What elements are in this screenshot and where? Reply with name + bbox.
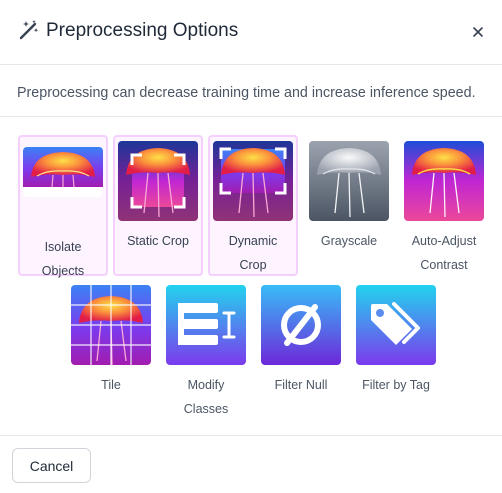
option-filter-null[interactable]: Filter Null [256, 281, 346, 416]
tile-icon [71, 285, 151, 365]
grayscale-icon [309, 141, 389, 221]
cancel-button[interactable]: Cancel [12, 448, 91, 483]
option-label: Static Crop [127, 234, 189, 248]
divider [0, 435, 502, 436]
dialog-title: Preprocessing Options [46, 20, 239, 41]
dynamic-crop-icon [213, 141, 293, 221]
option-filter-by-tag[interactable]: Filter by Tag [351, 281, 441, 416]
option-label: Auto-Adjust Contrast [411, 234, 477, 272]
modify-classes-icon [166, 285, 246, 365]
option-label: Grayscale [320, 234, 378, 248]
close-button[interactable] [469, 23, 487, 41]
option-static-crop[interactable]: Static Crop [113, 135, 203, 276]
static-crop-icon [118, 141, 198, 221]
option-label: Filter Null [274, 378, 328, 392]
close-icon [473, 27, 483, 37]
option-label: Tile [101, 378, 121, 392]
option-label: Modify Classes [183, 378, 229, 416]
option-dynamic-crop[interactable]: Dynamic Crop [208, 135, 298, 276]
dialog-header: Preprocessing Options [0, 0, 502, 65]
dialog-description: Preprocessing can decrease training time… [17, 85, 476, 101]
divider [0, 116, 502, 117]
option-tile[interactable]: Tile [66, 281, 156, 416]
option-label: Isolate Objects [41, 240, 85, 278]
magic-wand-icon [19, 20, 39, 40]
auto-adjust-contrast-icon [404, 141, 484, 221]
option-grayscale[interactable]: Grayscale [304, 137, 394, 267]
filter-by-tag-icon [356, 285, 436, 365]
option-label: Filter by Tag [362, 378, 430, 392]
isolate-objects-icon [23, 147, 103, 197]
filter-null-icon [261, 285, 341, 365]
option-isolate-objects[interactable]: Isolate Objects [18, 135, 108, 278]
option-modify-classes[interactable]: Modify Classes [161, 281, 251, 416]
option-label: Dynamic Crop [228, 234, 278, 272]
option-auto-adjust-contrast[interactable]: Auto-Adjust Contrast [399, 137, 489, 272]
